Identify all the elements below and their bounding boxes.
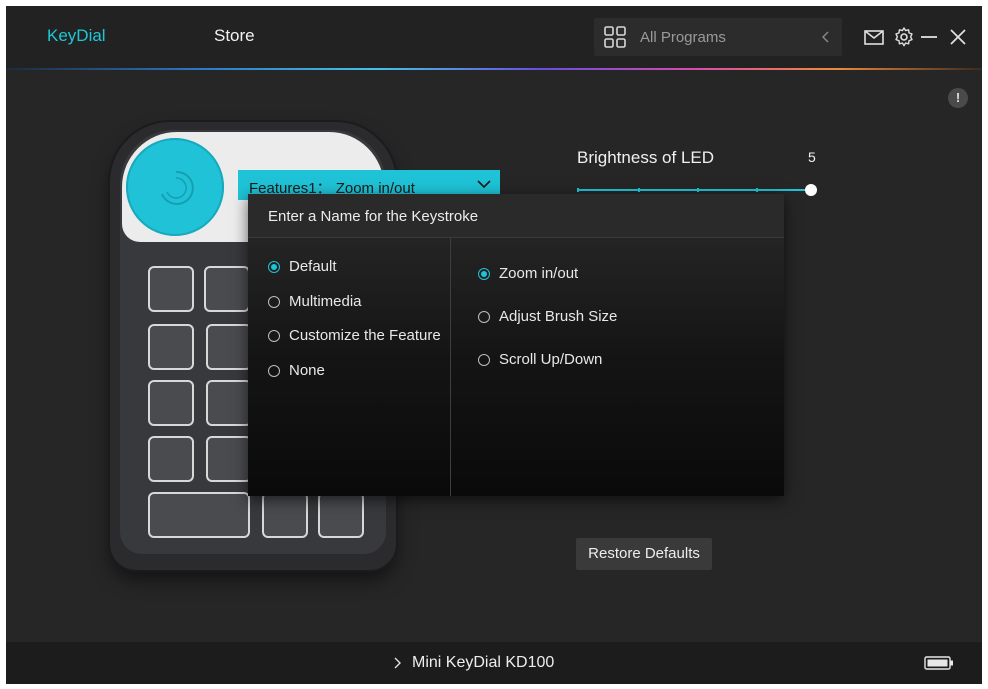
radio-icon xyxy=(478,311,490,323)
dial-button[interactable] xyxy=(126,138,224,236)
swirl-icon xyxy=(161,170,194,205)
slider-tick xyxy=(697,188,699,192)
tab-store[interactable]: Store xyxy=(214,26,255,46)
device-key-6[interactable] xyxy=(206,380,252,426)
feature-scroll[interactable]: Scroll Up/Down xyxy=(478,351,678,371)
slider-tick xyxy=(756,188,758,192)
chevron-left-icon[interactable] xyxy=(821,30,831,44)
radio-icon xyxy=(478,354,490,366)
category-customize[interactable]: Customize the Feature xyxy=(268,327,448,347)
restore-defaults-button[interactable]: Restore Defaults xyxy=(576,538,712,570)
device-key-4[interactable] xyxy=(206,324,252,370)
popup-divider xyxy=(450,238,451,496)
device-key-2[interactable] xyxy=(204,266,250,312)
device-name[interactable]: Mini KeyDial KD100 xyxy=(412,654,554,672)
device-key-5[interactable] xyxy=(148,380,194,426)
category-multimedia[interactable]: Multimedia xyxy=(268,293,438,313)
mail-icon[interactable] xyxy=(863,26,885,48)
info-icon[interactable]: ! xyxy=(948,88,968,108)
program-selector-label: All Programs xyxy=(640,29,726,46)
slider-tick xyxy=(577,188,579,192)
status-bar: Mini KeyDial KD100 xyxy=(6,642,982,684)
title-bar: KeyDial Store All Programs xyxy=(6,6,982,68)
keystroke-popup: Enter a Name for the Keystroke Default M… xyxy=(248,194,784,496)
slider-tick xyxy=(638,188,640,192)
popup-title: Enter a Name for the Keystroke xyxy=(268,208,479,225)
radio-icon xyxy=(268,330,280,342)
device-key-1[interactable] xyxy=(148,266,194,312)
title-divider xyxy=(6,68,982,70)
device-key-9[interactable] xyxy=(262,492,308,538)
device-key-wide[interactable] xyxy=(148,492,250,538)
minimize-icon[interactable] xyxy=(919,26,939,48)
program-selector[interactable]: All Programs xyxy=(594,18,842,56)
radio-icon xyxy=(268,365,280,377)
close-icon[interactable] xyxy=(948,26,968,48)
grid-icon xyxy=(604,26,626,48)
gear-icon[interactable] xyxy=(893,26,915,48)
chevron-down-icon xyxy=(477,180,491,189)
radio-selected-icon xyxy=(478,268,490,280)
radio-selected-icon xyxy=(268,261,280,273)
device-key-10[interactable] xyxy=(318,492,364,538)
radio-icon xyxy=(268,296,280,308)
brightness-label: Brightness of LED xyxy=(577,148,715,167)
app-window: KeyDial Store All Programs ! Features1： … xyxy=(6,6,982,684)
device-key-3[interactable] xyxy=(148,324,194,370)
category-none[interactable]: None xyxy=(268,362,438,382)
feature-brush-size[interactable]: Adjust Brush Size xyxy=(478,308,678,328)
battery-icon xyxy=(924,656,953,670)
category-default[interactable]: Default xyxy=(268,258,438,278)
chevron-right-icon[interactable] xyxy=(393,657,401,669)
brightness-slider[interactable] xyxy=(577,189,813,191)
popup-header: Enter a Name for the Keystroke xyxy=(248,194,784,238)
feature-zoom[interactable]: Zoom in/out xyxy=(478,265,678,285)
tab-keydial[interactable]: KeyDial xyxy=(47,26,106,46)
brightness-value: 5 xyxy=(808,149,816,165)
brightness-slider-handle[interactable] xyxy=(805,184,817,196)
device-key-7[interactable] xyxy=(148,436,194,482)
device-key-8[interactable] xyxy=(206,436,252,482)
